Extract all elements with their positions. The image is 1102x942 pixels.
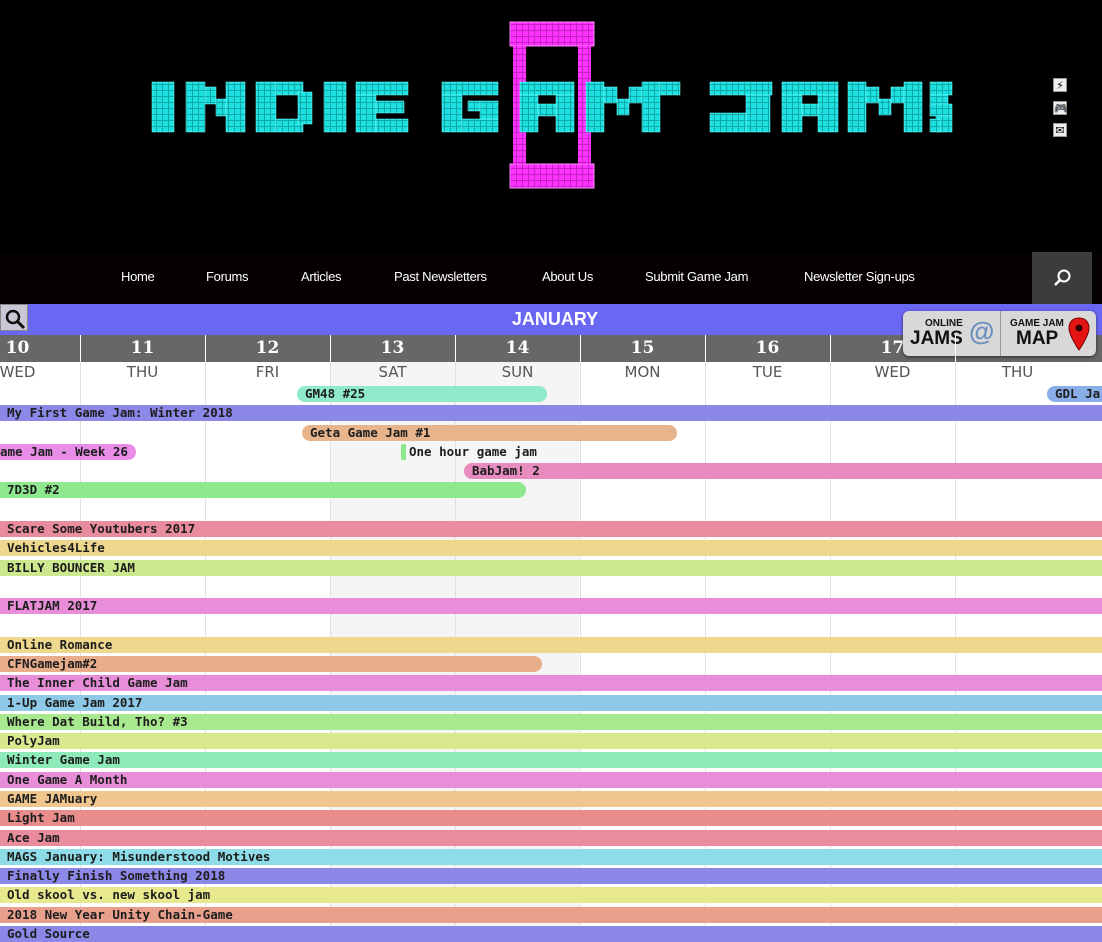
day-separator xyxy=(330,335,331,362)
day-separator xyxy=(455,335,456,362)
event-bar[interactable]: Where Dat Build, Tho? #3 xyxy=(0,714,1102,730)
event-bar[interactable]: Gold Source xyxy=(0,926,1102,942)
day-separator xyxy=(955,335,956,362)
event-bar[interactable]: My First Game Jam: Winter 2018 xyxy=(0,405,1102,421)
event-bar[interactable]: 2018 New Year Unity Chain-Game xyxy=(0,907,1102,923)
day-separator xyxy=(580,335,581,362)
badge-map-label: MAP xyxy=(1016,328,1059,349)
event-bar[interactable]: Online Romance xyxy=(0,637,1102,653)
event-bar[interactable]: Old skool vs. new skool jam xyxy=(0,887,1102,903)
event-bar[interactable]: Winter Game Jam xyxy=(0,752,1102,768)
event-bar[interactable]: GM48 #25 xyxy=(297,386,547,402)
event-bar[interactable]: Vehicles4Life xyxy=(0,540,1102,556)
event-bar[interactable]: PolyJam xyxy=(0,733,1102,749)
event-bar[interactable]: GDL Ja xyxy=(1047,386,1102,402)
day-separator xyxy=(830,335,831,362)
badge-at-symbol: @ xyxy=(969,316,995,346)
day-separator xyxy=(80,335,81,362)
event-bar[interactable]: FLATJAM 2017 xyxy=(0,598,1102,614)
event-list: GM48 #25 GDL Ja My First Game Jam: Winter … xyxy=(0,0,1102,942)
event-bar[interactable]: Ace Jam xyxy=(0,830,1102,846)
event-bar[interactable]: Geta Game Jam #1 xyxy=(302,425,677,441)
badge-divider xyxy=(1000,311,1001,356)
event-bar[interactable]: ame Jam - Week 26 xyxy=(0,444,136,460)
event-bar[interactable]: Scare Some Youtubers 2017 xyxy=(0,521,1102,537)
event-bar[interactable]: Light Jam xyxy=(0,810,1102,826)
event-bar[interactable]: 7D3D #2 xyxy=(0,482,526,498)
event-bar[interactable]: BILLY BOUNCER JAM xyxy=(0,560,1102,576)
event-bar[interactable]: CFNGamejam#2 xyxy=(0,656,542,672)
event-bar[interactable]: The Inner Child Game Jam xyxy=(0,675,1102,691)
event-bar[interactable]: GAME JAMuary xyxy=(0,791,1102,807)
event-bar[interactable]: Finally Finish Something 2018 xyxy=(0,868,1102,884)
event-bar[interactable]: One hour game jam xyxy=(401,444,551,460)
map-pin-icon xyxy=(1068,317,1090,351)
event-bar[interactable]: BabJam! 2 xyxy=(464,463,1102,479)
event-bar[interactable]: One Game A Month xyxy=(0,772,1102,788)
day-separator xyxy=(205,335,206,362)
day-separator xyxy=(705,335,706,362)
online-jams-map-badge[interactable]: ONLINE JAMS @ GAME JAM MAP xyxy=(903,311,1096,356)
event-bar[interactable]: MAGS January: Misunderstood Motives xyxy=(0,849,1102,865)
event-bar[interactable]: 1-Up Game Jam 2017 xyxy=(0,695,1102,711)
